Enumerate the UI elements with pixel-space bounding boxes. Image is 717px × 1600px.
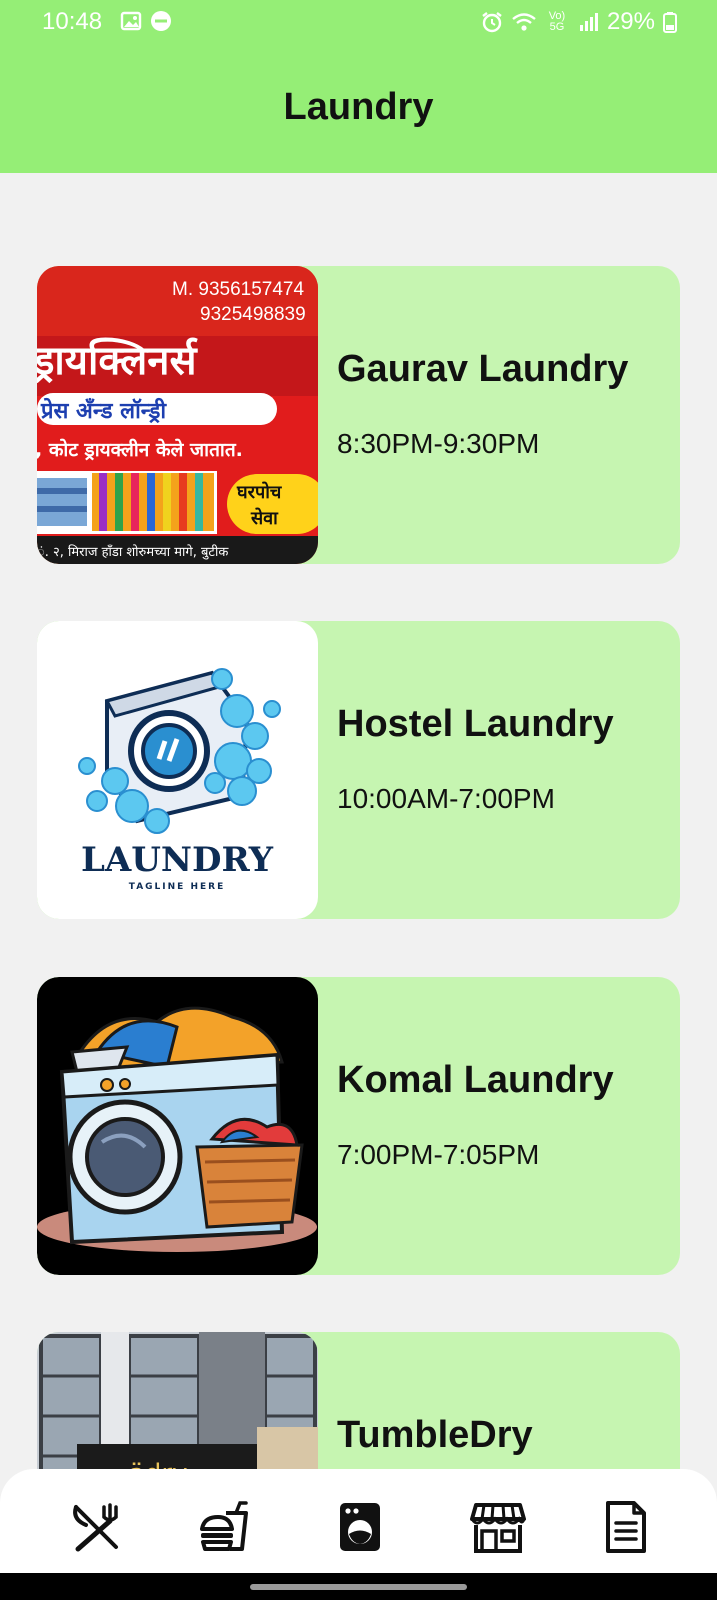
document-icon[interactable] xyxy=(598,1499,654,1555)
shop-hours: 8:30PM-9:30PM xyxy=(337,428,540,459)
wifi-icon xyxy=(512,13,536,31)
banner-phone-1: M. 9356157474 xyxy=(172,279,304,300)
banner-badge-line1: घरपोच xyxy=(236,481,283,503)
shop-card-hostel-laundry[interactable]: LAUNDRY TAGLINE HERE Hostel Laundry 10:0… xyxy=(37,621,680,919)
shop-hours: 7:00PM-7:05PM xyxy=(337,1139,540,1170)
shop-hours: 10:00AM-7:00PM xyxy=(337,783,555,814)
page-title: Laundry xyxy=(283,86,434,128)
banner-tagline: , कोट ड्रायक्लीन केले जातात. xyxy=(37,438,243,461)
banner-headline: ड्रायक्लिनर्स xyxy=(37,337,198,384)
banner-address: ं. २, मिराज हॉंडा शोरुमच्या मागे, बुटीक xyxy=(37,544,229,560)
signal-icon xyxy=(579,13,598,31)
banner-badge-line2: सेवा xyxy=(250,507,279,529)
fast-food-icon[interactable] xyxy=(196,1499,252,1555)
logo-tagline: TAGLINE HERE xyxy=(129,882,225,892)
status-bar: 10:48 Vo) 5G 29% xyxy=(0,0,717,44)
alarm-icon xyxy=(482,12,502,33)
home-gesture-handle[interactable] xyxy=(250,1584,467,1590)
status-time: 10:48 xyxy=(42,8,103,35)
logo-text: LAUNDRY xyxy=(81,840,274,880)
shop-card-gaurav-laundry[interactable]: M. 9356157474 9325498839 ड्रायक्लिनर्स प… xyxy=(37,266,680,564)
battery-icon xyxy=(663,12,677,33)
shop-name: Gaurav Laundry xyxy=(337,348,629,390)
gallery-icon xyxy=(120,11,142,31)
shop-name: TumbleDry xyxy=(337,1414,533,1456)
shop-photo-image xyxy=(37,977,318,1275)
store-icon[interactable] xyxy=(470,1499,526,1555)
laundry-icon[interactable] xyxy=(332,1499,388,1555)
network-type: Vo) 5G xyxy=(548,10,566,33)
banner-subline: प्रेस अँन्ड लॉन्ड्री xyxy=(40,397,167,424)
app-header: 10:48 Vo) 5G 29% Laundry xyxy=(0,0,717,173)
battery-percentage: 29% xyxy=(606,8,655,35)
do-not-disturb-icon xyxy=(151,11,171,31)
restaurant-icon[interactable] xyxy=(68,1499,124,1555)
banner-phone-2: 9325498839 xyxy=(200,304,306,325)
shop-name: Komal Laundry xyxy=(337,1059,614,1101)
shop-name: Hostel Laundry xyxy=(337,703,614,745)
shop-logo-image: LAUNDRY TAGLINE HERE xyxy=(37,621,318,919)
shop-card-komal-laundry[interactable]: Komal Laundry 7:00PM-7:05PM xyxy=(37,977,680,1275)
shop-banner-image: M. 9356157474 9325498839 ड्रायक्लिनर्स प… xyxy=(37,266,318,564)
